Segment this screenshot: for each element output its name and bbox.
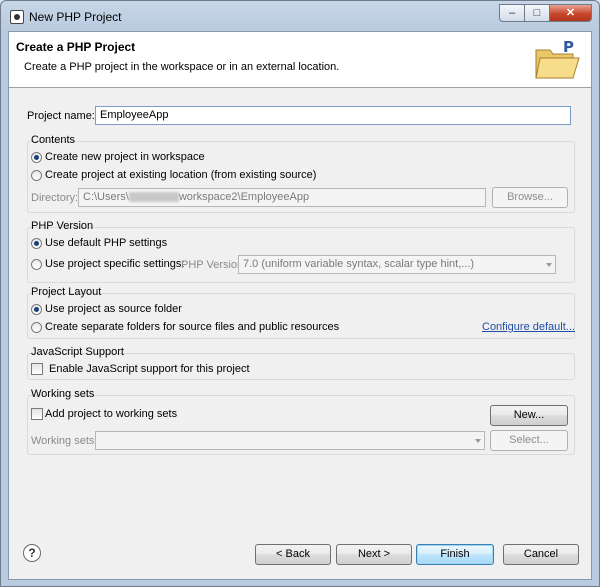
source-folder-radio[interactable]: [31, 304, 42, 315]
php-version-group-title: PHP Version: [31, 220, 94, 232]
page-description: Create a PHP project in the workspace or…: [24, 61, 340, 73]
close-button[interactable]: ✕: [549, 4, 592, 22]
php-version-select[interactable]: 7.0 (uniform variable syntax, scalar typ…: [238, 255, 556, 274]
specific-php-radio[interactable]: [31, 259, 42, 270]
chevron-down-icon: [546, 263, 552, 267]
default-php-label: Use default PHP settings: [45, 237, 168, 249]
directory-suffix: workspace2\EmployeeApp: [178, 191, 310, 203]
add-working-sets-label: Add project to working sets: [45, 408, 178, 420]
wizard-header: Create a PHP Project Create a PHP projec…: [9, 32, 591, 88]
directory-label: Directory:: [31, 192, 79, 204]
create-new-label: Create new project in workspace: [45, 151, 205, 163]
enable-javascript-checkbox[interactable]: [31, 363, 43, 375]
help-icon[interactable]: ?: [23, 544, 41, 562]
add-working-sets-checkbox[interactable]: [31, 408, 43, 420]
project-layout-group-title: Project Layout: [31, 286, 102, 298]
php-folder-icon: P: [535, 38, 580, 79]
select-working-sets-button[interactable]: Select...: [490, 430, 568, 451]
create-new-radio[interactable]: [31, 152, 42, 163]
separate-folders-radio[interactable]: [31, 322, 42, 333]
eclipse-app-icon: [10, 10, 24, 24]
window-title: New PHP Project: [29, 10, 122, 24]
new-working-set-button[interactable]: New...: [490, 405, 568, 426]
browse-button[interactable]: Browse...: [492, 187, 568, 208]
directory-prefix: C:\Users\: [83, 191, 129, 203]
php-version-value: 7.0 (uniform variable syntax, scalar typ…: [243, 258, 475, 270]
javascript-support-group-title: JavaScript Support: [31, 346, 124, 358]
enable-javascript-label: Enable JavaScript support for this proje…: [49, 363, 250, 375]
title-bar[interactable]: New PHP Project – □ ✕: [1, 1, 599, 31]
directory-input[interactable]: C:\Users\ workspace2\EmployeeApp: [78, 188, 486, 207]
dialog-window: New PHP Project – □ ✕ Create a PHP Proje…: [0, 0, 600, 587]
svg-text:P: P: [563, 38, 574, 56]
maximize-button[interactable]: □: [524, 4, 550, 22]
back-button[interactable]: < Back: [255, 544, 331, 565]
default-php-radio[interactable]: [31, 238, 42, 249]
source-folder-label: Use project as source folder: [45, 303, 182, 315]
working-sets-label: Working sets:: [31, 435, 98, 447]
create-existing-label: Create project at existing location (fro…: [45, 169, 317, 181]
working-sets-select[interactable]: [95, 431, 485, 450]
php-version-label: PHP Version:: [181, 259, 247, 271]
separate-folders-label: Create separate folders for source files…: [45, 321, 340, 333]
dialog-client-area: Create a PHP Project Create a PHP projec…: [8, 31, 592, 580]
working-sets-group-title: Working sets: [31, 388, 95, 400]
project-name-input[interactable]: EmployeeApp: [95, 106, 571, 125]
create-existing-radio[interactable]: [31, 170, 42, 181]
project-name-label: Project name:: [27, 110, 95, 122]
finish-button[interactable]: Finish: [416, 544, 494, 565]
next-button[interactable]: Next >: [336, 544, 412, 565]
contents-group-title: Contents: [31, 134, 76, 146]
configure-default-link[interactable]: Configure default...: [482, 321, 575, 333]
minimize-button[interactable]: –: [499, 4, 525, 22]
specific-php-label: Use project specific settings:: [45, 258, 185, 270]
redacted-username: [128, 192, 179, 203]
cancel-button[interactable]: Cancel: [503, 544, 579, 565]
page-title: Create a PHP Project: [16, 40, 136, 54]
chevron-down-icon: [475, 439, 481, 443]
